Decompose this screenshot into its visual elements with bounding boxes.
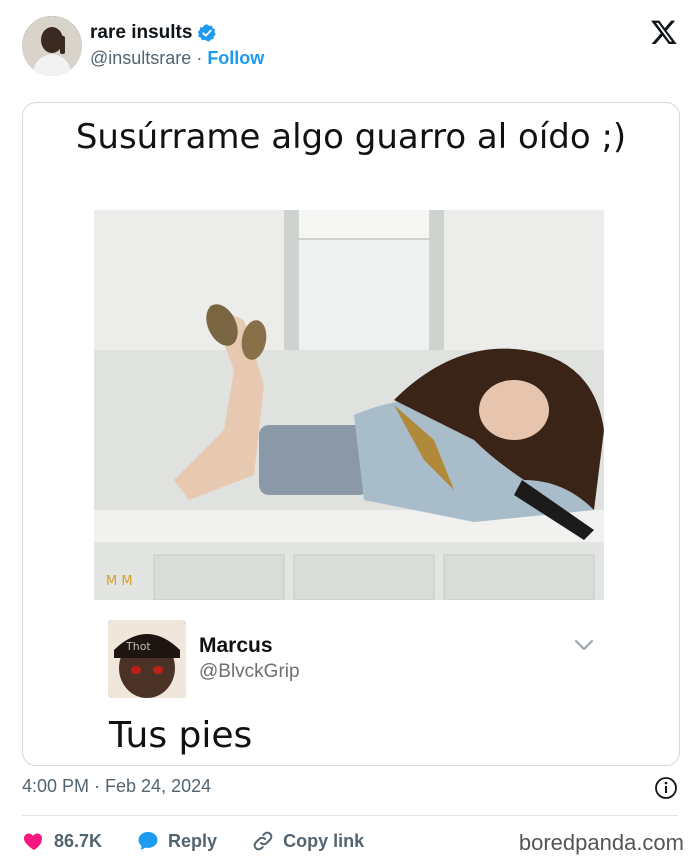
reply-name: Marcus [199,634,273,657]
follow-button[interactable]: Follow [207,48,264,69]
like-button[interactable]: 86.7K [22,829,102,853]
svg-text:M M: M M [106,574,133,589]
like-count: 86.7K [54,830,103,851]
tweet-timestamp[interactable]: 4:00 PM · Feb 24, 2024 [22,776,211,797]
boredpanda-watermark: boredpanda.com [518,830,684,855]
meme-image[interactable]: Susúrrame algo guarro al oído ;) M M Tho… [22,102,680,766]
x-logo-icon[interactable] [650,18,678,46]
chevron-down-icon [575,640,593,650]
separator-dot: · [196,48,203,68]
author-name[interactable]: rare insults [90,22,192,44]
reply-avatar: Thot [108,620,186,698]
author-avatar[interactable] [22,16,82,76]
verified-badge-icon [198,24,217,42]
svg-text:Thot: Thot [125,640,151,653]
author-handle[interactable]: @insultsrare [90,48,191,69]
info-icon[interactable] [654,776,678,800]
reply-handle: @BlvckGrip [199,661,300,682]
tweet-header: rare insults @insultsrare · Follow [0,0,700,96]
action-bar: 86.7K Reply Copy link [22,826,398,856]
meme-photo: M M [94,210,604,600]
meme-title: Susúrrame algo guarro al oído ;) [75,117,627,157]
reply-button[interactable]: Reply [136,829,217,853]
heart-icon [23,833,43,850]
reply-bubble-icon [138,832,158,850]
divider [22,815,678,816]
copy-link-button[interactable]: Copy link [251,829,364,853]
copy-link-label: Copy link [283,830,365,851]
link-icon [253,831,273,851]
reply-label: Reply [168,830,218,851]
reply-text: Tus pies [109,715,253,756]
